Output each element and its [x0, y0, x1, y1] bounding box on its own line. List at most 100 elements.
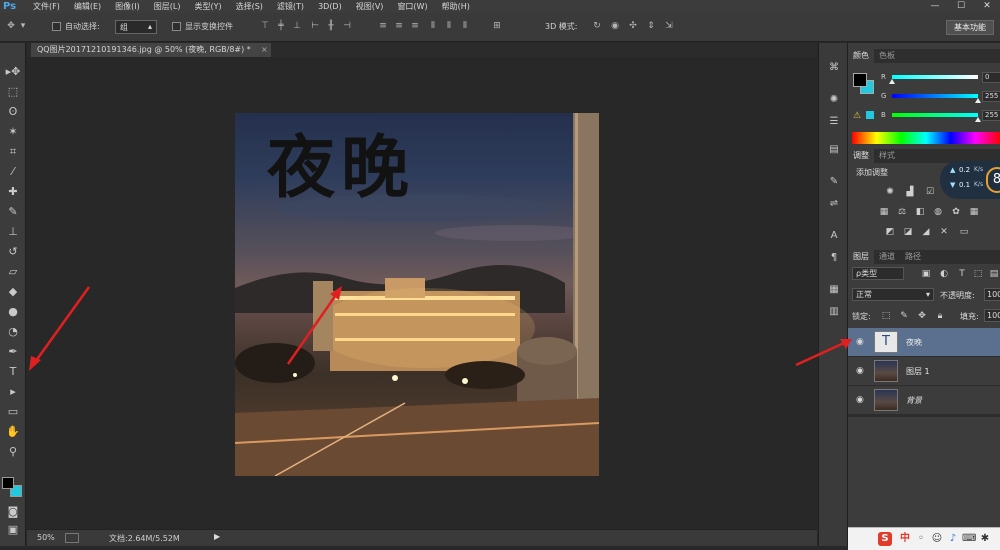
align-left-icon[interactable]: ⊢: [310, 21, 320, 32]
auto-align-icon[interactable]: ⊞: [492, 21, 502, 32]
zoom-tool-icon[interactable]: ⚲: [4, 443, 22, 461]
lock-all-icon[interactable]: 🔒︎: [934, 311, 946, 321]
layer-row-text[interactable]: ◉ T 夜晚: [848, 328, 1000, 357]
slider-thumb-icon[interactable]: [975, 98, 981, 103]
menu-window[interactable]: 窗口(W): [390, 0, 434, 13]
keyboard-icon[interactable]: ⌨: [962, 532, 976, 546]
layer-row-background[interactable]: ◉ 背景: [848, 386, 1000, 415]
menu-type[interactable]: 类型(Y): [187, 0, 228, 13]
distribute-left-icon[interactable]: ⦀: [428, 21, 438, 32]
3d-slide-icon[interactable]: ⇕: [646, 21, 656, 32]
emoji-icon[interactable]: ☺: [930, 532, 944, 546]
character-panel-icon[interactable]: A: [827, 229, 841, 243]
opacity-input[interactable]: 100: [984, 288, 1000, 301]
menu-image[interactable]: 图像(I): [108, 0, 147, 13]
tab-color[interactable]: 颜色: [848, 49, 874, 63]
3d-rotate-icon[interactable]: ↻: [592, 21, 602, 32]
menu-filter[interactable]: 滤镜(T): [270, 0, 311, 13]
crop-tool-icon[interactable]: ⌗: [4, 143, 22, 161]
photo-filter-icon[interactable]: ◍: [932, 207, 944, 217]
tab-layers[interactable]: 图层: [848, 250, 874, 264]
warning-icon[interactable]: ⚠: [853, 111, 861, 121]
blur-tool-icon[interactable]: ●: [4, 303, 22, 321]
gradient-map-icon[interactable]: ▭: [958, 227, 970, 237]
selective-color-icon[interactable]: ✕: [938, 227, 950, 237]
levels-icon[interactable]: ▟: [904, 187, 916, 197]
document-tab[interactable]: QQ图片20171210191346.jpg @ 50% (夜晚, RGB/8#…: [31, 43, 271, 57]
align-right-icon[interactable]: ⊣: [342, 21, 352, 32]
menu-view[interactable]: 视图(V): [349, 0, 391, 13]
maximize-button[interactable]: ☐: [948, 0, 974, 13]
status-menu-arrow-icon[interactable]: ▶: [214, 532, 220, 541]
visibility-eye-icon[interactable]: ◉: [856, 366, 864, 376]
color-spectrum-ramp[interactable]: [852, 132, 1000, 144]
close-window-button[interactable]: ✕: [974, 0, 1000, 13]
move-tool-icon[interactable]: ✥: [6, 21, 16, 32]
3d-roll-icon[interactable]: ◉: [610, 21, 620, 32]
pen-tool-icon[interactable]: ✒: [4, 343, 22, 361]
channel-g-slider[interactable]: [892, 94, 981, 103]
tab-paths[interactable]: 路径: [900, 250, 926, 264]
canvas-area[interactable]: 夜晚: [27, 57, 817, 529]
align-hcenter-icon[interactable]: ╫: [326, 21, 336, 32]
visibility-eye-icon[interactable]: ◉: [856, 337, 864, 347]
clone-stamp-tool-icon[interactable]: ⊥: [4, 223, 22, 241]
layer-comps-icon[interactable]: ▥: [827, 305, 841, 319]
tab-styles[interactable]: 样式: [874, 149, 900, 163]
status-preview-icon[interactable]: [65, 533, 79, 543]
tool-preset-chevron-icon[interactable]: ▾: [18, 21, 28, 32]
color-lookup-icon[interactable]: ▦: [968, 207, 980, 217]
filter-shape-icon[interactable]: ⬚: [972, 269, 984, 279]
threshold-icon[interactable]: ◢: [920, 227, 932, 237]
move-tool-icon[interactable]: ▸✥: [4, 63, 22, 81]
align-top-icon[interactable]: ⊤: [260, 21, 270, 32]
brush-panel-icon[interactable]: ✎: [827, 175, 841, 189]
invert-icon[interactable]: ◩: [884, 227, 896, 237]
fill-input[interactable]: 100: [984, 309, 1000, 322]
actions-panel-icon[interactable]: ☰: [827, 115, 841, 129]
3d-scale-icon[interactable]: ⇲: [664, 21, 674, 32]
distribute-vcenter-icon[interactable]: ≡: [394, 21, 404, 32]
channel-r-value[interactable]: 0: [982, 72, 1000, 83]
quick-select-tool-icon[interactable]: ✶: [4, 123, 22, 141]
tab-channels[interactable]: 通道: [874, 250, 900, 264]
menu-layer[interactable]: 图层(L): [147, 0, 188, 13]
lock-transparent-icon[interactable]: ⬚: [880, 311, 892, 321]
history-brush-tool-icon[interactable]: ↺: [4, 243, 22, 261]
black-white-icon[interactable]: ◧: [914, 207, 926, 217]
3d-drag-icon[interactable]: ✣: [628, 21, 638, 32]
eyedropper-tool-icon[interactable]: ⁄: [4, 163, 22, 181]
distribute-right-icon[interactable]: ⦀: [460, 21, 470, 32]
healing-brush-tool-icon[interactable]: ✚: [4, 183, 22, 201]
auto-select-checkbox[interactable]: [52, 22, 61, 31]
channel-r-slider[interactable]: [889, 75, 978, 84]
rectangle-tool-icon[interactable]: ▭: [4, 403, 22, 421]
punctuation-icon[interactable]: ◦: [914, 532, 928, 546]
blend-mode-dropdown[interactable]: 正常 ▾: [852, 288, 934, 301]
screen-mode-icon[interactable]: ▣: [4, 521, 22, 539]
skin-icon[interactable]: ✱: [978, 532, 992, 546]
layer-row-layer1[interactable]: ◉ 图层 1: [848, 357, 1000, 386]
layer-name[interactable]: 图层 1: [906, 366, 930, 377]
distribute-bottom-icon[interactable]: ≡: [410, 21, 420, 32]
slider-thumb-icon[interactable]: [889, 79, 895, 84]
menu-3d[interactable]: 3D(D): [311, 0, 349, 13]
auto-select-dropdown[interactable]: 组 ▴: [115, 20, 157, 34]
foreground-color-swatch[interactable]: [2, 477, 14, 489]
tab-adjustments[interactable]: 调整: [848, 149, 874, 163]
path-selection-tool-icon[interactable]: ▸: [4, 383, 22, 401]
color-panel-foreground[interactable]: [853, 73, 867, 87]
align-vcenter-icon[interactable]: ╪: [276, 21, 286, 32]
microphone-icon[interactable]: ♪: [946, 532, 960, 546]
distribute-hcenter-icon[interactable]: ⦀: [444, 21, 454, 32]
hand-tool-icon[interactable]: ✋: [4, 423, 22, 441]
menu-select[interactable]: 选择(S): [229, 0, 270, 13]
minimize-button[interactable]: —: [922, 0, 948, 13]
distribute-top-icon[interactable]: ≡: [378, 21, 388, 32]
channel-b-slider[interactable]: [892, 113, 981, 122]
history-panel-icon[interactable]: ⌘: [827, 61, 841, 75]
filter-smart-object-icon[interactable]: ▤: [988, 269, 1000, 279]
brush-tool-icon[interactable]: ✎: [4, 203, 22, 221]
channel-b-value[interactable]: 255: [982, 110, 1000, 121]
channel-mixer-icon[interactable]: ✿: [950, 207, 962, 217]
